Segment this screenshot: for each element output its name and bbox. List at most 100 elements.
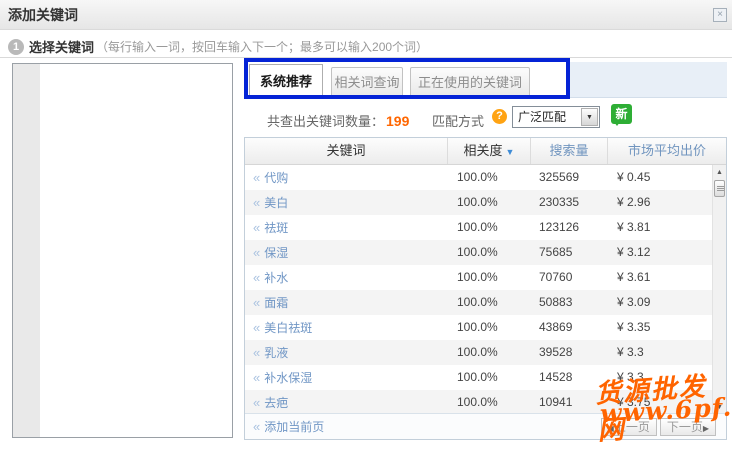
keyword-cell[interactable]: « 美白 — [245, 190, 448, 215]
add-left-icon[interactable]: « — [253, 395, 259, 410]
help-icon[interactable]: ? — [492, 109, 507, 124]
keywords-input-box[interactable] — [12, 63, 233, 438]
add-left-icon[interactable]: « — [253, 295, 259, 310]
table-scrollbar[interactable]: ▲ ▼ — [712, 165, 726, 415]
add-left-icon[interactable]: « — [253, 170, 259, 185]
keyword-link[interactable]: 美白祛斑 — [264, 321, 312, 335]
keyword-link[interactable]: 乳液 — [264, 346, 288, 360]
keyword-cell[interactable]: « 代购 — [245, 165, 448, 190]
column-header-avg-price[interactable]: 市场平均出价 — [608, 138, 726, 164]
keyword-cell[interactable]: « 去疤 — [245, 390, 448, 415]
keyword-link[interactable]: 补水保湿 — [264, 371, 312, 385]
keyword-link[interactable]: 代购 — [264, 171, 288, 185]
next-page-label: 下一页 — [667, 420, 703, 434]
prev-page-label: 上一页 — [614, 420, 650, 434]
add-left-icon[interactable]: « — [253, 220, 259, 235]
tab-keywords-in-use[interactable]: 正在使用的关键词 — [410, 67, 530, 97]
match-type-value: 广泛匹配 — [518, 107, 566, 127]
keyword-cell[interactable]: « 美白祛斑 — [245, 315, 448, 340]
dialog-titlebar: 添加关键词 × — [0, 0, 732, 30]
tab-system-recommend[interactable]: 系统推荐 — [249, 64, 323, 98]
dialog-title: 添加关键词 — [8, 0, 78, 30]
add-left-icon[interactable]: « — [253, 345, 259, 360]
keyword-count-label: 共查出关键词数量： — [267, 114, 384, 129]
relevance-cell: 100.0% — [448, 365, 531, 390]
relevance-cell: 100.0% — [448, 340, 531, 365]
keywords-textarea[interactable] — [40, 64, 232, 437]
scroll-up-icon[interactable]: ▲ — [713, 166, 726, 179]
column-header-search-volume[interactable]: 搜索量 — [531, 138, 608, 164]
keyword-cell[interactable]: « 补水 — [245, 265, 448, 290]
add-left-icon: « — [253, 419, 259, 434]
avg-price-cell: ¥ 3.3 — [608, 340, 726, 365]
column-header-relevance-label: 相关度 — [464, 143, 503, 158]
keyword-link[interactable]: 保湿 — [264, 246, 288, 260]
match-type-label: 匹配方式 — [432, 111, 484, 130]
relevance-cell: 100.0% — [448, 215, 531, 240]
tabstrip-background — [570, 62, 727, 98]
add-left-icon[interactable]: « — [253, 195, 259, 210]
step-hint: （每行输入一词，按回车输入下一个；最多可以输入200个词） — [96, 38, 428, 55]
keyword-cell[interactable]: « 保湿 — [245, 240, 448, 265]
add-left-icon[interactable]: « — [253, 370, 259, 385]
add-current-page-label: 添加当前页 — [264, 420, 324, 434]
match-type-select[interactable]: 广泛匹配 ▼ — [512, 106, 600, 128]
next-arrow-icon: ▶ — [703, 424, 709, 433]
keyword-count: 共查出关键词数量：199 — [267, 111, 409, 130]
add-keywords-dialog: 添加关键词 × 1 选择关键词 （每行输入一词，按回车输入下一个；最多可以输入2… — [0, 0, 732, 449]
table-row: «去疤 100.0% 10941 ¥ 3.75 — [245, 390, 726, 415]
search-volume-cell: 50883 — [531, 290, 608, 315]
keyword-cell[interactable]: « 面霜 — [245, 290, 448, 315]
table-row: « 保湿 100.0% 75685 ¥ 3.12 — [245, 240, 726, 265]
search-volume-cell: 70760 — [531, 265, 608, 290]
column-header-keyword[interactable]: 关键词 — [245, 138, 448, 164]
keyword-link[interactable]: 补水 — [264, 271, 288, 285]
column-header-relevance[interactable]: 相关度▼ — [448, 138, 531, 164]
relevance-cell: 100.0% — [448, 390, 531, 415]
search-volume-cell: 75685 — [531, 240, 608, 265]
prev-page-button[interactable]: ◀上一页 — [601, 418, 657, 436]
relevance-cell: 100.0% — [448, 315, 531, 340]
add-left-icon[interactable]: « — [253, 320, 259, 335]
keyword-link[interactable]: 祛斑 — [264, 221, 288, 235]
keyword-cell[interactable]: « 祛斑 — [245, 215, 448, 240]
keyword-link[interactable]: 美白 — [264, 196, 288, 210]
table-row: «美白祛斑 100.0% 43869 ¥ 3.35 — [245, 315, 726, 340]
close-icon[interactable]: × — [713, 8, 727, 22]
tab-related-word-search[interactable]: 相关词查询 — [331, 67, 403, 97]
search-volume-cell: 14528 — [531, 365, 608, 390]
relevance-cell: 100.0% — [448, 240, 531, 265]
avg-price-cell: ¥ 2.96 — [608, 190, 726, 215]
keyword-link[interactable]: 去疤 — [264, 396, 288, 410]
relevance-cell: 100.0% — [448, 290, 531, 315]
chevron-down-icon[interactable]: ▼ — [581, 108, 598, 126]
keyword-link[interactable]: 面霜 — [264, 296, 288, 310]
sort-desc-icon[interactable]: ▼ — [506, 147, 515, 157]
search-volume-cell: 39528 — [531, 340, 608, 365]
pagination: ◀上一页 下一页▶ — [601, 418, 716, 436]
search-volume-cell: 230335 — [531, 190, 608, 215]
scrollbar-thumb[interactable] — [714, 180, 725, 197]
avg-price-cell: ¥ 3.75 — [608, 390, 726, 415]
table-row: « 乳液 100.0% 39528 ¥ 3.3 — [245, 340, 726, 365]
search-volume-cell: 43869 — [531, 315, 608, 340]
next-page-button[interactable]: 下一页▶ — [660, 418, 716, 436]
keyword-cell[interactable]: « 乳液 — [245, 340, 448, 365]
avg-price-cell: ¥ 3.3 — [608, 365, 726, 390]
keyword-cell[interactable]: « 补水保湿 — [245, 365, 448, 390]
table-row: «代购 100.0% 325569 ¥ 0.45 — [245, 165, 726, 190]
table-header: 关键词 相关度▼ 搜索量 市场平均出价 — [245, 138, 726, 165]
relevance-cell: 100.0% — [448, 165, 531, 190]
add-left-icon[interactable]: « — [253, 245, 259, 260]
add-current-page-link[interactable]: « 添加当前页 — [253, 414, 324, 440]
avg-price-cell: ¥ 3.12 — [608, 240, 726, 265]
relevance-cell: 100.0% — [448, 265, 531, 290]
avg-price-cell: ¥ 3.61 — [608, 265, 726, 290]
avg-price-cell: ¥ 3.81 — [608, 215, 726, 240]
keywords-table: 关键词 相关度▼ 搜索量 市场平均出价 «代购 100.0% 325569 ¥ … — [244, 137, 727, 440]
add-left-icon[interactable]: « — [253, 270, 259, 285]
avg-price-cell: ¥ 3.09 — [608, 290, 726, 315]
table-row: « 补水保湿 100.0% 14528 ¥ 3.3 — [245, 365, 726, 390]
table-footer: « 添加当前页 ◀上一页 下一页▶ — [245, 413, 726, 439]
step-number-badge: 1 — [8, 39, 24, 55]
